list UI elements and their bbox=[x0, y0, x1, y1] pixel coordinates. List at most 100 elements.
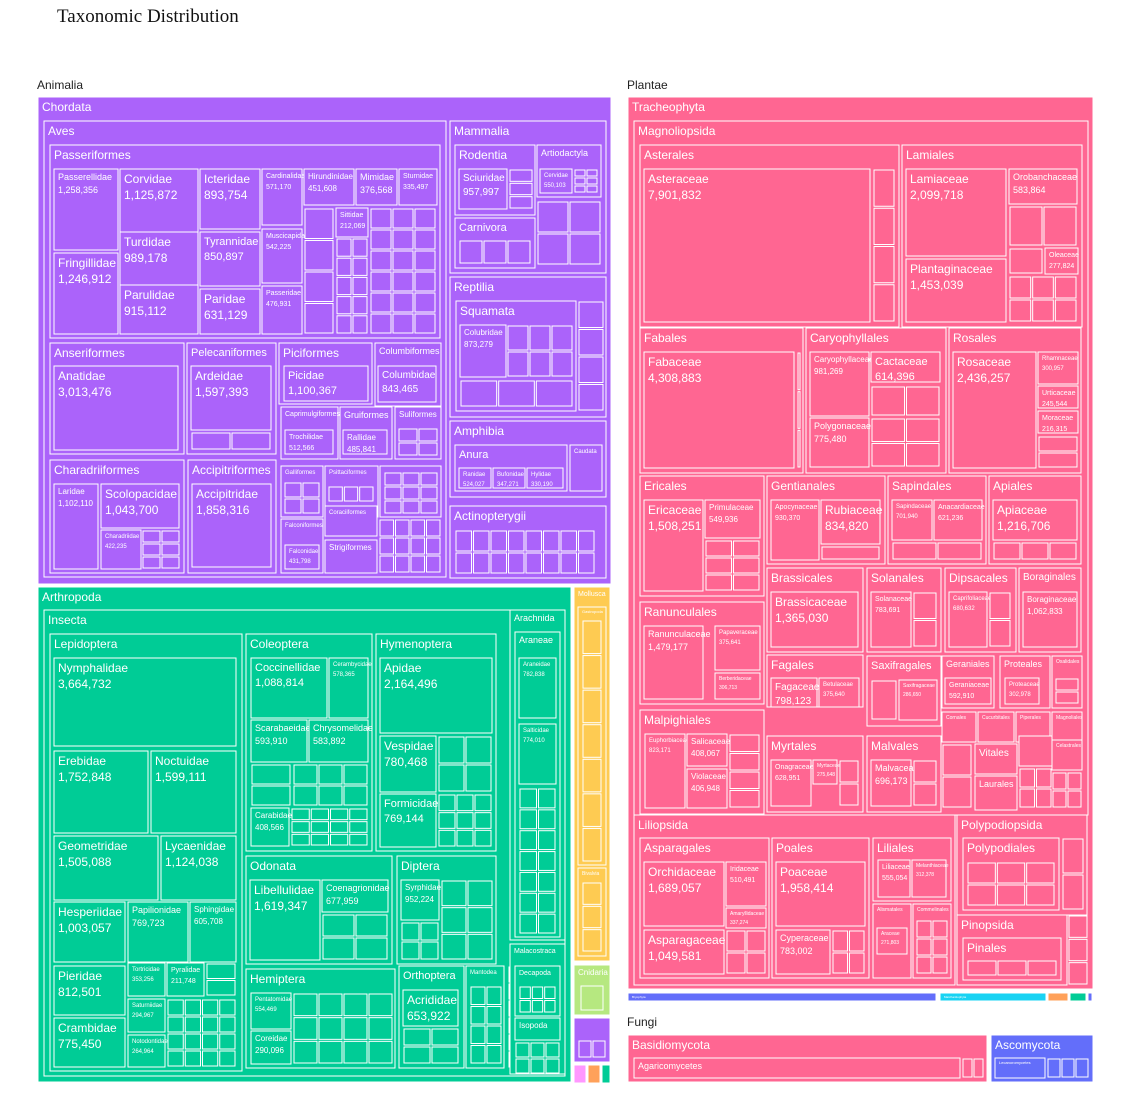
node-label-bivalvia: Bivalvia bbox=[582, 871, 599, 877]
leaf-value-pieridae: 812,501 bbox=[58, 985, 102, 999]
leaf-value-primulaceae: 549,936 bbox=[709, 515, 738, 524]
node-label-vitales: Vitales bbox=[979, 748, 1009, 759]
leaf-value-betulaceae: 375,640 bbox=[823, 692, 845, 698]
small-tile bbox=[1052, 790, 1067, 808]
small-tile bbox=[438, 812, 456, 829]
small-tile bbox=[392, 313, 414, 334]
small-tile bbox=[438, 829, 456, 847]
small-tile bbox=[892, 542, 937, 560]
leaf-label-anatidae: Anatidae bbox=[58, 369, 106, 383]
leaf-label-cerambycidae: Cerambycidae bbox=[333, 662, 372, 668]
leaf-value-papaveraceae: 375,641 bbox=[719, 640, 741, 646]
small-tile bbox=[1067, 790, 1082, 808]
leaf-label-cardinalidae: Cardinalidae bbox=[266, 173, 305, 180]
node-label-pinales: Pinales bbox=[967, 941, 1006, 955]
small-tile bbox=[483, 240, 507, 264]
leaf-label-sapindaceae: Sapindaceae bbox=[896, 504, 932, 510]
small-tile bbox=[184, 999, 201, 1016]
leaf-label-saxifragaceae: Saxifragaceae bbox=[903, 683, 935, 689]
leaf-value-parulidae: 915,112 bbox=[124, 304, 167, 318]
node-label-anura: Anura bbox=[459, 449, 489, 461]
node-label-reptilia: Reptilia bbox=[454, 280, 494, 294]
node-label-magnoliopsida: Magnoliopsida bbox=[638, 124, 716, 138]
small-tile bbox=[456, 794, 474, 812]
small-tile bbox=[330, 808, 349, 821]
leaf-label-tortricidae: Tortricidae bbox=[132, 967, 160, 973]
leaf-label-carabidae: Carabidae bbox=[255, 811, 292, 820]
small-tile bbox=[569, 233, 601, 265]
small-tile bbox=[578, 552, 595, 574]
small-tile bbox=[574, 169, 586, 177]
node-label-celastrales: Celastrales bbox=[1056, 743, 1082, 749]
small-tile bbox=[379, 519, 394, 537]
node-label-apiales: Apiales bbox=[993, 479, 1032, 493]
small-tile bbox=[1067, 772, 1082, 790]
small-tile bbox=[726, 930, 746, 952]
small-tile bbox=[441, 907, 467, 933]
small-tile bbox=[873, 207, 895, 245]
small-tile bbox=[530, 1042, 545, 1058]
small-tile bbox=[578, 301, 604, 328]
small-tile bbox=[993, 542, 1021, 560]
leaf-value-sapindaceae: 701,940 bbox=[896, 514, 918, 520]
small-tile bbox=[1021, 542, 1049, 560]
small-tile bbox=[1047, 1058, 1061, 1078]
leaf-value-araneidae: 782,838 bbox=[523, 672, 545, 678]
leaf-value-cerambycidae: 578,365 bbox=[333, 672, 355, 678]
small-tile bbox=[996, 884, 1026, 906]
leaf-label-pieridae: Pieridae bbox=[58, 969, 102, 983]
small-tile bbox=[395, 555, 410, 573]
node-label-dipsacales: Dipsacales bbox=[949, 571, 1008, 585]
small-tile bbox=[1036, 768, 1052, 788]
leaf-label-sciuridae: Sciuridae bbox=[463, 173, 505, 184]
leaf-value-saxifragaceae: 286,650 bbox=[903, 692, 921, 698]
small-tile bbox=[582, 882, 602, 905]
leaf-value-scolopacidae: 1,043,700 bbox=[105, 503, 159, 517]
small-tile bbox=[322, 914, 355, 937]
small-tile bbox=[508, 530, 525, 552]
node-label-poales: Poales bbox=[776, 841, 813, 855]
leaf-label-coccinellidae: Coccinellidae bbox=[255, 662, 320, 674]
leaf-label-fabaceae: Fabaceae bbox=[648, 355, 702, 369]
small-tile bbox=[202, 1016, 219, 1033]
leaf-label-cervidae: Cervidae bbox=[544, 173, 569, 179]
small-tile bbox=[474, 812, 492, 829]
leaf-value-rubiaceae: 834,820 bbox=[825, 519, 869, 533]
small-tile bbox=[582, 689, 602, 724]
small-tile bbox=[733, 540, 760, 557]
small-tile bbox=[368, 993, 393, 1017]
leaf-value-saturniidae: 294,967 bbox=[132, 1013, 154, 1019]
leaf-value-caryophyllaceae: 981,269 bbox=[814, 367, 843, 376]
leaf-value-hylidae: 330,190 bbox=[531, 482, 553, 488]
node-label-fabales: Fabales bbox=[644, 331, 687, 345]
small-tile bbox=[359, 486, 374, 502]
small-tile bbox=[519, 871, 537, 892]
small-tile bbox=[849, 930, 865, 952]
small-tile bbox=[465, 764, 492, 792]
small-tile bbox=[490, 530, 507, 552]
small-tile bbox=[184, 1033, 201, 1050]
leaf-value-ericaceae: 1,508,251 bbox=[648, 519, 702, 533]
small-tile bbox=[797, 352, 801, 391]
leaf-label-berberidaceae: Berberidaceae bbox=[719, 676, 752, 682]
small-tile bbox=[202, 1033, 219, 1050]
small-tile bbox=[529, 351, 551, 377]
small-tile bbox=[426, 519, 441, 537]
small-tile bbox=[293, 993, 318, 1017]
leaf-value-amaryllidaceae: 337,274 bbox=[730, 920, 748, 926]
leaf-label-vespidae: Vespidae bbox=[384, 739, 434, 753]
small-tile bbox=[906, 418, 940, 442]
leaf-label-urticaceae: Urticaceae bbox=[1042, 390, 1076, 397]
leaf-label-turdidae: Turdidae bbox=[124, 235, 171, 249]
node-label-psittaciformes: Psittaciformes bbox=[329, 470, 367, 476]
leaf-value-salicaceae: 408,067 bbox=[691, 749, 720, 758]
small-tile bbox=[414, 271, 436, 292]
leaf-label-pyralidae: Pyralidae bbox=[171, 967, 200, 974]
small-tile bbox=[349, 821, 368, 833]
leaf-label-asteraceae: Asteraceae bbox=[648, 172, 709, 186]
small-tile bbox=[219, 1016, 236, 1033]
small-tile bbox=[529, 325, 551, 351]
small-tile bbox=[832, 930, 848, 952]
leaf-value-notodontidae: 264,964 bbox=[132, 1049, 154, 1055]
leaf-value-salticidae: 774,010 bbox=[523, 738, 545, 744]
